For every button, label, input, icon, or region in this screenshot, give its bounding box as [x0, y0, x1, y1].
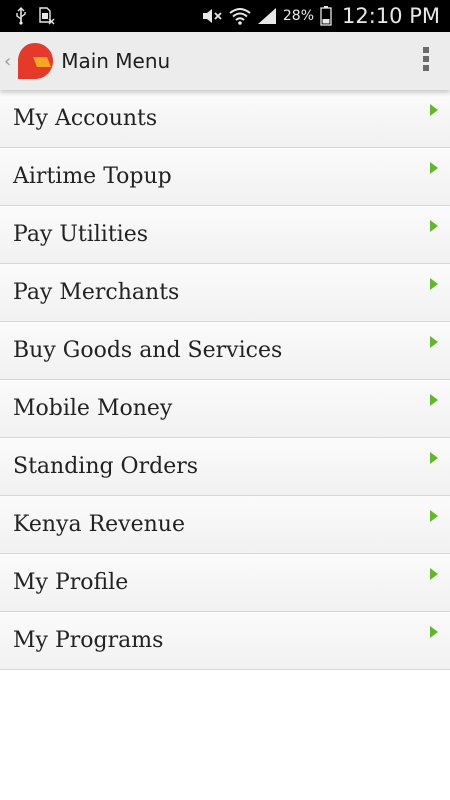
menu-item-label: Kenya Revenue [13, 512, 185, 537]
menu-item-label: My Profile [13, 570, 129, 595]
page-title: Main Menu [61, 49, 171, 73]
menu-item-label: Airtime Topup [13, 164, 172, 189]
chevron-left-icon: ‹ [4, 50, 12, 72]
chevron-right-icon [430, 278, 438, 290]
app-logo-icon [15, 41, 55, 81]
menu-item-mobile-money[interactable]: Mobile Money [0, 380, 450, 438]
chevron-right-icon [430, 162, 438, 174]
menu-item-pay-utilities[interactable]: Pay Utilities [0, 206, 450, 264]
chevron-right-icon [430, 452, 438, 464]
action-bar: ‹ Main Menu [0, 32, 450, 90]
menu-item-pay-merchants[interactable]: Pay Merchants [0, 264, 450, 322]
menu-item-kenya-revenue[interactable]: Kenya Revenue [0, 496, 450, 554]
menu-item-label: My Programs [13, 628, 164, 653]
menu-item-my-profile[interactable]: My Profile [0, 554, 450, 612]
menu-item-label: Standing Orders [13, 454, 199, 479]
menu-item-my-accounts[interactable]: My Accounts [0, 90, 450, 148]
menu-item-my-programs[interactable]: My Programs [0, 612, 450, 670]
chevron-right-icon [430, 394, 438, 406]
menu-item-label: Buy Goods and Services [13, 338, 283, 363]
clock: 12:10 PM [342, 4, 440, 28]
sim-card-icon [38, 7, 56, 25]
chevron-right-icon [430, 568, 438, 580]
usb-icon [14, 7, 28, 25]
chevron-right-icon [430, 510, 438, 522]
menu-item-buy-goods-and-services[interactable]: Buy Goods and Services [0, 322, 450, 380]
menu-item-airtime-topup[interactable]: Airtime Topup [0, 148, 450, 206]
chevron-right-icon [430, 336, 438, 348]
menu-item-label: Pay Merchants [13, 280, 180, 305]
wifi-icon [229, 7, 251, 25]
menu-item-label: My Accounts [13, 106, 158, 131]
status-bar: 28% 12:10 PM [0, 0, 450, 32]
overflow-menu-button[interactable] [406, 32, 446, 90]
mute-icon [201, 8, 223, 24]
up-navigation-button[interactable]: ‹ [0, 32, 55, 90]
menu-item-label: Mobile Money [13, 396, 173, 421]
chevron-right-icon [430, 104, 438, 116]
signal-icon [257, 7, 277, 25]
menu-item-label: Pay Utilities [13, 222, 149, 247]
battery-icon [320, 6, 332, 26]
chevron-right-icon [430, 626, 438, 638]
battery-percent: 28% [282, 8, 315, 24]
menu-item-standing-orders[interactable]: Standing Orders [0, 438, 450, 496]
main-menu-list: My Accounts Airtime Topup Pay Utilities … [0, 90, 450, 670]
chevron-right-icon [430, 220, 438, 232]
overflow-menu-icon [422, 46, 430, 77]
